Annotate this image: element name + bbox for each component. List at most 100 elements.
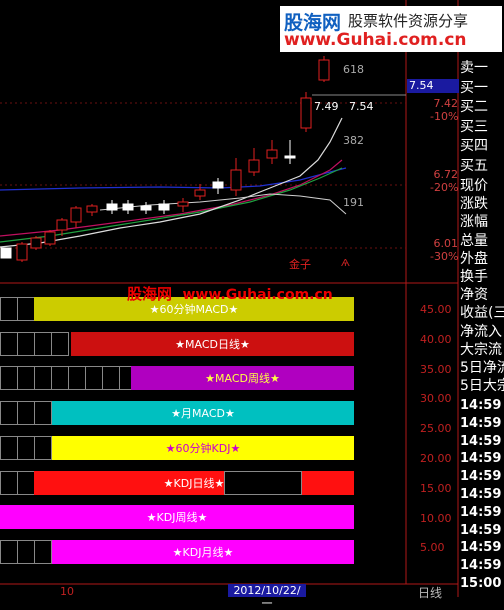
ma-label-191: 191 <box>343 196 364 209</box>
indicator-bar-row[interactable]: ★MACD周线★ <box>0 366 354 392</box>
date-cursor-label: 2012/10/22/一 <box>228 584 306 610</box>
indicator-axis-tick: 10.00 <box>420 511 452 525</box>
indicator-axis-tick: 35.00 <box>420 362 452 376</box>
candle <box>106 203 118 211</box>
indicator-bar-label: ★MACD周线★ <box>205 372 280 386</box>
trade-time: 14:59 <box>460 469 502 485</box>
ma-label-382: 382 <box>343 134 364 147</box>
indicator-bar-label: ★60分钟KDJ★ <box>165 441 241 455</box>
indicator-bar-row[interactable]: ★KDJ周线★ <box>0 505 354 531</box>
candle <box>86 205 98 213</box>
quote-row[interactable]: 净流入 <box>460 324 502 340</box>
price-axis-3: 6.01 -30% <box>430 237 459 263</box>
quote-row[interactable]: 外盘 <box>460 251 488 267</box>
watermark-middle: 股海网 www.Guhai.com.cn <box>127 285 333 303</box>
candle <box>230 169 242 191</box>
candle <box>122 203 134 211</box>
order-book-row[interactable]: 买一 <box>460 80 488 96</box>
candle <box>56 219 68 231</box>
candle <box>318 59 330 81</box>
indicator-bar-label: ★KDJ日线★ <box>163 476 225 490</box>
watermark-logo: 股海网 股票软件资源分享 www.Guhai.com.cn <box>280 6 502 52</box>
order-book-row[interactable]: 买三 <box>460 119 488 135</box>
indicator-bar-row[interactable]: ★MACD日线★ <box>0 331 354 358</box>
indicator-bar-row[interactable]: ★KDJ日线★ <box>0 470 354 497</box>
indicator-axis-tick: 20.00 <box>420 452 452 465</box>
indicator-bar-row[interactable]: ★60分钟KDJ★ <box>0 435 354 462</box>
indicator-bar: ★KDJ月线★ <box>52 539 354 564</box>
indicator-cells <box>0 331 69 356</box>
indicator-cells <box>0 470 35 495</box>
trade-time: 14:59 <box>460 415 502 431</box>
price-axis-1: 7.42 -10% <box>430 97 459 123</box>
candle <box>30 237 42 249</box>
indicator-axis-tick: 30.00 <box>420 392 452 406</box>
current-price-flag: 7.54 <box>407 79 459 93</box>
bottom-tick: 10 <box>60 585 74 598</box>
indicator-bar: ★60分钟KDJ★ <box>52 435 354 460</box>
trade-time: 14:59 <box>460 487 502 502</box>
marker-label: Ѧ <box>341 258 350 269</box>
indicator-axis-tick: 25.00 <box>420 422 452 436</box>
candle <box>44 231 56 245</box>
indicator-bar-label: ★KDJ周线★ <box>146 511 208 525</box>
indicator-cells <box>0 366 137 391</box>
indicator-bar-row[interactable]: ★月MACD★ <box>0 401 354 427</box>
candle <box>16 243 28 261</box>
quote-row[interactable]: 涨跌 <box>460 196 488 212</box>
price-tag-618: 618 <box>343 63 364 76</box>
indicator-cells <box>0 539 52 564</box>
candle-series <box>0 56 330 262</box>
quote-row[interactable]: 5日净流 <box>460 360 504 376</box>
quote-row[interactable]: 5日大宗 <box>460 378 504 394</box>
golden-cross-label: 金子 <box>289 258 311 271</box>
quote-row[interactable]: 大宗流 <box>460 342 502 358</box>
cursor-label-left: 7.49 <box>314 100 339 113</box>
indicator-axis-tick: 15.00 <box>420 481 452 495</box>
cursor-label-right: 7.54 <box>349 100 374 113</box>
indicator-gap <box>224 470 302 495</box>
indicator-bar-label: ★月MACD★ <box>171 407 235 421</box>
period-label[interactable]: 日线 <box>418 584 442 601</box>
quote-row[interactable]: 涨幅 <box>460 214 488 230</box>
candle <box>0 247 12 259</box>
candle <box>158 203 170 211</box>
indicator-bar-label: ★KDJ月线★ <box>172 545 234 559</box>
order-book-row[interactable]: 卖一 <box>460 60 488 76</box>
candle <box>212 181 224 189</box>
indicator-bar-row[interactable]: ★KDJ月线★ <box>0 539 354 566</box>
indicator-axis-tick: 40.00 <box>420 332 452 346</box>
candle <box>70 207 82 223</box>
indicator-cells <box>0 297 35 321</box>
indicator-cells <box>0 401 52 426</box>
order-book-row[interactable]: 买二 <box>460 99 488 115</box>
price-axis-2: 6.72 -20% <box>430 168 459 194</box>
indicator-axis-tick: 5.00 <box>420 541 445 555</box>
quote-row[interactable]: 换手 <box>460 269 488 285</box>
candle <box>284 155 296 159</box>
quote-row[interactable]: 现价 <box>460 178 488 194</box>
indicator-bar: ★MACD日线★ <box>71 331 354 356</box>
trade-time: 14:59 <box>460 451 502 467</box>
candle <box>140 205 152 211</box>
trade-time: 14:59 <box>460 504 502 520</box>
quote-row[interactable]: 总量 <box>460 233 488 249</box>
trade-time: 14:59 <box>460 540 502 556</box>
trade-time: 15:00 <box>460 576 502 591</box>
indicator-bar: ★月MACD★ <box>52 401 354 426</box>
indicator-bar: ★KDJ周线★ <box>0 505 354 530</box>
trade-time: 14:59 <box>460 433 502 449</box>
trade-time: 14:59 <box>460 558 502 574</box>
quote-row[interactable]: 净资 <box>460 287 488 303</box>
candle <box>194 189 206 197</box>
order-book-row[interactable]: 买四 <box>460 138 488 154</box>
candle <box>300 97 312 129</box>
candle <box>266 149 278 159</box>
order-book-row[interactable]: 买五 <box>460 158 488 174</box>
candle <box>248 159 260 173</box>
quote-row[interactable]: 收益(三 <box>460 305 504 321</box>
indicator-bar: ★MACD周线★ <box>131 366 354 391</box>
indicator-axis-tick: 45.00 <box>420 303 452 316</box>
indicator-cells <box>0 435 52 460</box>
trade-time: 14:59 <box>460 398 502 413</box>
